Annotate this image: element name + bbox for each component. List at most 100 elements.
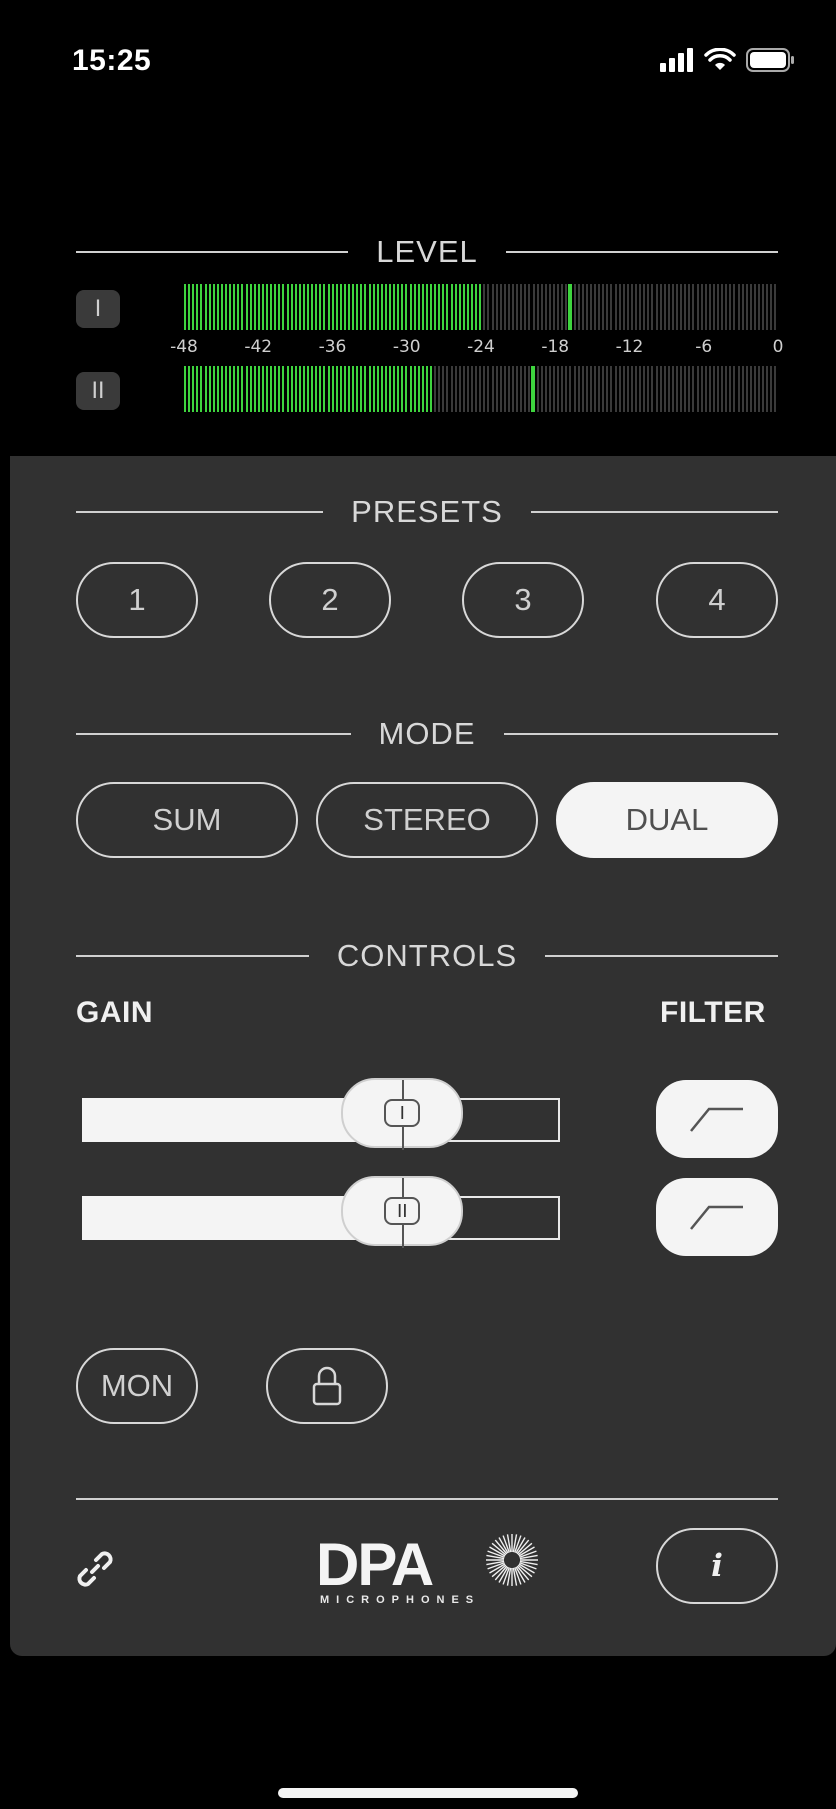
meter-segment	[348, 284, 350, 330]
mode-sum-button[interactable]: SUM	[76, 782, 298, 858]
meter-segment	[708, 284, 711, 330]
scale-tick-label: -42	[244, 337, 273, 357]
header-line	[505, 251, 779, 253]
meter-segment	[196, 284, 199, 330]
meter-segment	[368, 284, 371, 330]
monitor-button[interactable]: MON	[76, 1348, 198, 1424]
preset-3-button[interactable]: 3	[462, 562, 584, 638]
meter-segment	[766, 284, 769, 330]
cellular-signal-icon	[660, 48, 693, 72]
meter-segment	[704, 284, 707, 330]
meter-segment	[241, 366, 244, 412]
wifi-icon	[704, 48, 736, 70]
meter-segment	[401, 366, 404, 412]
meter-segment	[466, 284, 469, 330]
meter-segment	[364, 284, 367, 330]
meter-segment	[302, 284, 305, 330]
preset-4-button[interactable]: 4	[656, 562, 778, 638]
preset-1-button[interactable]: 1	[76, 562, 198, 638]
meter-segment	[343, 284, 346, 330]
meter-segment	[290, 284, 293, 330]
lock-button[interactable]	[266, 1348, 388, 1424]
meter-segment	[319, 284, 322, 330]
meter-segment	[507, 284, 510, 330]
meter-segment	[520, 366, 523, 412]
meter-segment	[553, 366, 555, 412]
meter-segment	[458, 366, 461, 412]
meter-segment	[598, 284, 601, 330]
meter-segment	[737, 366, 740, 412]
info-button[interactable]: i	[656, 1528, 778, 1604]
meter-segment	[667, 366, 670, 412]
meter-segment	[471, 284, 473, 330]
status-icons	[660, 48, 796, 72]
meter-segment	[216, 284, 219, 330]
meter-segment	[573, 284, 576, 330]
meter-segment	[450, 366, 453, 412]
mode-stereo-button[interactable]: STEREO	[316, 782, 538, 858]
meter-segment	[471, 366, 473, 412]
level-header: LEVEL	[76, 232, 779, 272]
meter-segment	[274, 366, 277, 412]
preset-2-button[interactable]: 2	[269, 562, 391, 638]
mode-dual-button[interactable]: DUAL	[556, 782, 778, 858]
meter-segment	[680, 366, 683, 412]
mode-header: MODE	[76, 714, 778, 754]
meter-segment	[343, 366, 346, 412]
meter-segment	[257, 284, 260, 330]
meter-segment	[282, 284, 285, 330]
meter-segment	[704, 366, 707, 412]
meter-segment	[528, 284, 531, 330]
meter-segment	[589, 366, 592, 412]
meter-segment	[229, 284, 232, 330]
meter-segment	[446, 366, 449, 412]
gain-slider-channel-1[interactable]: I	[82, 1078, 560, 1150]
meter-segment	[749, 284, 752, 330]
meter-segment	[233, 366, 236, 412]
meter-segment	[294, 366, 297, 412]
meter-segment	[659, 366, 662, 412]
meter-segment	[327, 366, 330, 412]
controls-header: CONTROLS	[76, 936, 778, 976]
meter-segment	[495, 284, 498, 330]
gain-slider-thumb[interactable]: I	[341, 1078, 464, 1150]
channel-2-badge: II	[76, 372, 120, 410]
meter-segment	[766, 366, 769, 412]
meter-segment	[311, 366, 314, 412]
meter-segment	[475, 284, 478, 330]
link-icon[interactable]	[72, 1546, 118, 1592]
meter-segment	[397, 366, 400, 412]
meter-segment	[512, 284, 514, 330]
meter-segment	[204, 284, 207, 330]
meter-segment	[561, 284, 564, 330]
meter-segment	[557, 366, 560, 412]
meter-segment	[356, 366, 359, 412]
gain-slider-thumb[interactable]: II	[341, 1176, 464, 1248]
meter-segment	[249, 366, 252, 412]
meter-segment	[655, 366, 658, 412]
meter-segment	[729, 366, 732, 412]
meter-segment	[430, 284, 432, 330]
home-indicator[interactable]	[278, 1788, 578, 1798]
gain-slider-channel-2[interactable]: II	[82, 1176, 560, 1248]
meter-segment	[384, 284, 387, 330]
filter-channel-1-button[interactable]	[656, 1080, 778, 1158]
filter-channel-2-button[interactable]	[656, 1178, 778, 1256]
meter-segment	[729, 284, 732, 330]
meter-segment	[491, 366, 494, 412]
meter-segment	[311, 284, 314, 330]
meter-segment	[503, 366, 506, 412]
meter-segment	[413, 366, 416, 412]
meter-segment	[585, 366, 588, 412]
meter-segment	[200, 366, 203, 412]
meter-segment	[692, 366, 695, 412]
meter-segment	[380, 366, 383, 412]
meter-segment	[618, 284, 621, 330]
meter-segment	[298, 366, 301, 412]
level-meter-channel-2	[184, 366, 778, 412]
meter-segment	[413, 284, 416, 330]
meter-segment	[741, 284, 744, 330]
thumb-channel-label: II	[384, 1197, 421, 1225]
meter-segment	[462, 366, 465, 412]
meter-segment	[368, 366, 371, 412]
